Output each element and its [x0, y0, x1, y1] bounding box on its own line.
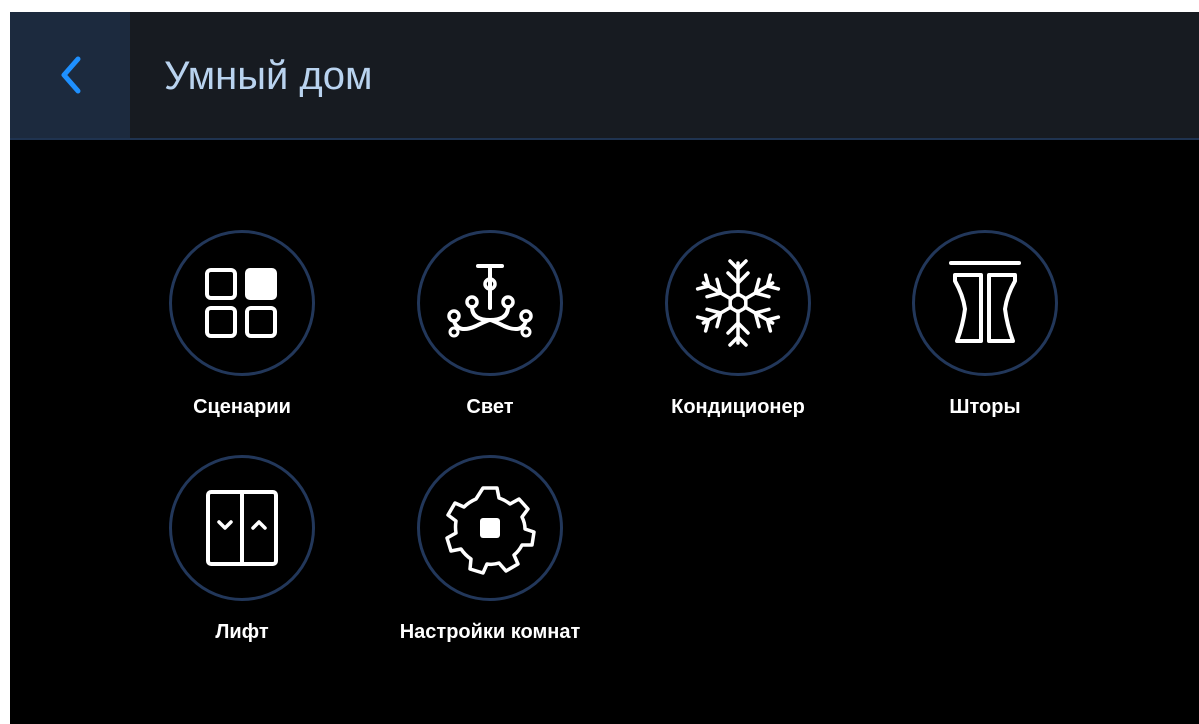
- tile-curtains[interactable]: Шторы: [870, 230, 1100, 419]
- chandelier-icon: [447, 264, 533, 338]
- scenes-grid-icon: [205, 268, 277, 338]
- tile-room-settings[interactable]: Настройки комнат: [375, 455, 605, 644]
- tile-curtains-circle: [912, 230, 1058, 376]
- smart-home-screen: Умный дом Сценарии Свет Кондиционер Штор…: [10, 12, 1199, 724]
- gear-icon: [445, 486, 536, 575]
- back-button[interactable]: [10, 12, 130, 138]
- tile-elevator-label: Лифт: [215, 621, 269, 643]
- tile-light-circle: [417, 230, 563, 376]
- tile-conditioner[interactable]: Кондиционер: [623, 230, 853, 419]
- chevron-left-icon: [61, 56, 81, 94]
- tile-room-settings-label: Настройки комнат: [399, 621, 581, 643]
- tile-scenes-label: Сценарии: [193, 396, 291, 418]
- tile-light-label: Свет: [466, 396, 514, 418]
- tile-room-settings-circle: [417, 455, 563, 601]
- tile-conditioner-label: Кондиционер: [671, 396, 805, 418]
- tile-scenes-circle: [169, 230, 315, 376]
- tile-elevator-circle: [169, 455, 315, 601]
- tile-conditioner-circle: [665, 230, 811, 376]
- tile-elevator[interactable]: Лифт: [127, 455, 357, 644]
- page-title: Умный дом: [164, 54, 373, 98]
- curtains-icon: [949, 261, 1021, 343]
- snowflake-icon: [695, 259, 781, 347]
- tile-scenes[interactable]: Сценарии: [127, 230, 357, 419]
- tile-light[interactable]: Свет: [375, 230, 605, 419]
- header-bar: Умный дом: [10, 12, 1199, 140]
- tile-curtains-label: Шторы: [949, 396, 1021, 418]
- elevator-icon: [206, 490, 278, 566]
